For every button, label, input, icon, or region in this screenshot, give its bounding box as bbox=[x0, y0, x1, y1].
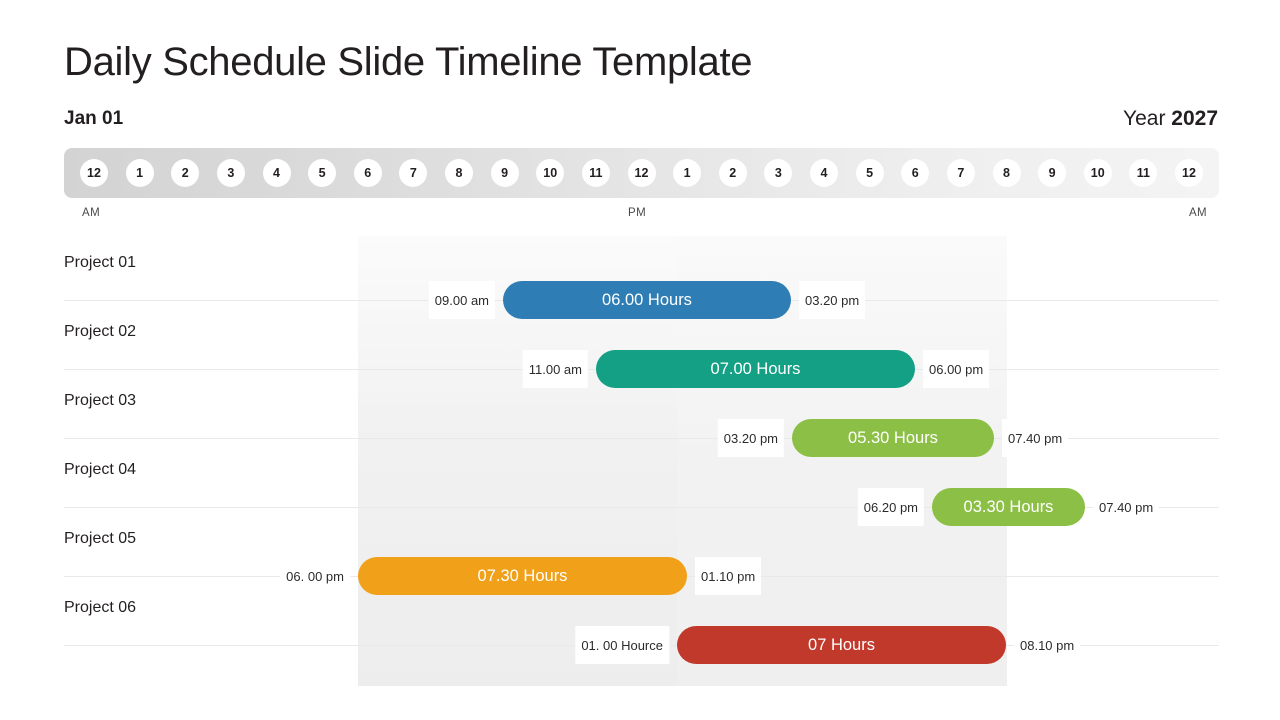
hour-marker-20[interactable]: 8 bbox=[992, 159, 1021, 187]
task-duration-label: 07.30 Hours bbox=[477, 566, 568, 585]
hour-marker-13[interactable]: 1 bbox=[673, 159, 702, 187]
year-value: 2027 bbox=[1171, 107, 1218, 130]
hour-marker-16[interactable]: 4 bbox=[810, 159, 838, 187]
task-bar[interactable]: 03.30 Hours bbox=[932, 488, 1085, 526]
hour-marker-18[interactable]: 6 bbox=[901, 159, 930, 187]
task-bar-group[interactable]: 05.30 Hours 03.20 pm 07.40 pm bbox=[717, 419, 1069, 457]
task-start-time: 03.20 pm bbox=[717, 419, 784, 457]
task-start-time: 06.20 pm bbox=[857, 488, 924, 526]
hour-marker-9[interactable]: 9 bbox=[490, 159, 519, 187]
task-duration-label: 05.30 Hours bbox=[848, 428, 938, 447]
hour-marker-7[interactable]: 7 bbox=[399, 159, 428, 187]
task-duration-label: 07.00 Hours bbox=[710, 359, 801, 378]
task-start-time: 06. 00 pm bbox=[280, 557, 350, 595]
task-start-time: 09.00 am bbox=[428, 281, 495, 319]
hour-marker-23[interactable]: 11 bbox=[1129, 159, 1158, 187]
hour-marker-15[interactable]: 3 bbox=[764, 159, 793, 187]
task-bar[interactable]: 06.00 Hours bbox=[503, 281, 791, 319]
page-title: Daily Schedule Slide Timeline Template bbox=[64, 40, 753, 84]
meridiem-row: AM PM AM bbox=[64, 207, 1219, 223]
hour-marker-11[interactable]: 11 bbox=[581, 159, 610, 187]
meridiem-label-1: PM bbox=[628, 207, 647, 219]
task-bar-group[interactable]: 03.30 Hours 06.20 pm 07.40 pm bbox=[857, 488, 1160, 526]
task-start-time: 11.00 am bbox=[522, 350, 588, 388]
hour-marker-10[interactable]: 10 bbox=[536, 159, 565, 187]
task-bar[interactable]: 05.30 Hours bbox=[792, 419, 994, 457]
task-bar[interactable]: 07.30 Hours bbox=[358, 557, 687, 595]
hour-marker-2[interactable]: 2 bbox=[171, 159, 200, 187]
hour-marker-24[interactable]: 12 bbox=[1175, 159, 1203, 187]
hour-marker-21[interactable]: 9 bbox=[1038, 159, 1067, 187]
task-bar-group[interactable]: 07.30 Hours 06. 00 pm 01.10 pm bbox=[280, 557, 762, 595]
hour-marker-22[interactable]: 10 bbox=[1083, 159, 1112, 187]
hour-marker-19[interactable]: 7 bbox=[946, 159, 975, 187]
hour-marker-1[interactable]: 1 bbox=[125, 159, 154, 187]
timeline-plot: Project 01 Project 02 Project 03 Project 04… bbox=[0, 236, 1280, 686]
task-bar-group[interactable]: 07.00 Hours 11.00 am 06.00 pm bbox=[522, 350, 990, 388]
hour-marker-12[interactable]: 12 bbox=[627, 159, 656, 187]
task-bars: 06.00 Hours 09.00 am 03.20 pm 07.00 Hours 11… bbox=[0, 236, 1280, 686]
task-end-time: 01.10 pm bbox=[695, 557, 762, 595]
task-duration-label: 07 Hours bbox=[808, 635, 875, 654]
slide-canvas: Daily Schedule Slide Timeline Template J… bbox=[0, 0, 1280, 720]
hour-marker-3[interactable]: 3 bbox=[216, 159, 245, 187]
task-end-time: 06.00 pm bbox=[923, 350, 990, 388]
task-end-time: 08.10 pm bbox=[1014, 626, 1081, 664]
meridiem-label-2: AM bbox=[1188, 207, 1207, 219]
task-bar-group[interactable]: 06.00 Hours 09.00 am 03.20 pm bbox=[428, 281, 866, 319]
hour-marker-5[interactable]: 5 bbox=[308, 159, 337, 187]
hour-marker-0[interactable]: 12 bbox=[80, 159, 108, 187]
hour-marker-17[interactable]: 5 bbox=[855, 159, 884, 187]
task-start-time: 01. 00 Hource bbox=[575, 626, 669, 664]
task-duration-label: 03.30 Hours bbox=[963, 497, 1054, 516]
date-label: Jan 01 bbox=[64, 108, 124, 129]
hour-marker-14[interactable]: 2 bbox=[718, 159, 747, 187]
task-duration-label: 06.00 Hours bbox=[602, 290, 692, 309]
task-bar-group[interactable]: 07 Hours 01. 00 Hource 08.10 pm bbox=[575, 626, 1081, 664]
task-end-time: 07.40 pm bbox=[1093, 488, 1160, 526]
meridiem-label-0: AM bbox=[82, 207, 101, 219]
hour-marker-4[interactable]: 4 bbox=[262, 159, 291, 187]
task-bar[interactable]: 07.00 Hours bbox=[596, 350, 915, 388]
hour-ruler: 12 1 2 3 4 5 6 7 8 9 10 11 12 1 2 3 4 5 6 7 8 9 10 11 12 bbox=[64, 148, 1219, 198]
task-end-time: 03.20 pm bbox=[799, 281, 866, 319]
year-block: Year 2027 bbox=[1123, 107, 1218, 131]
year-word: Year bbox=[1123, 107, 1166, 130]
hour-marker-6[interactable]: 6 bbox=[353, 159, 382, 187]
task-end-time: 07.40 pm bbox=[1002, 419, 1069, 457]
task-bar[interactable]: 07 Hours bbox=[677, 626, 1006, 664]
hour-marker-8[interactable]: 8 bbox=[445, 159, 473, 187]
